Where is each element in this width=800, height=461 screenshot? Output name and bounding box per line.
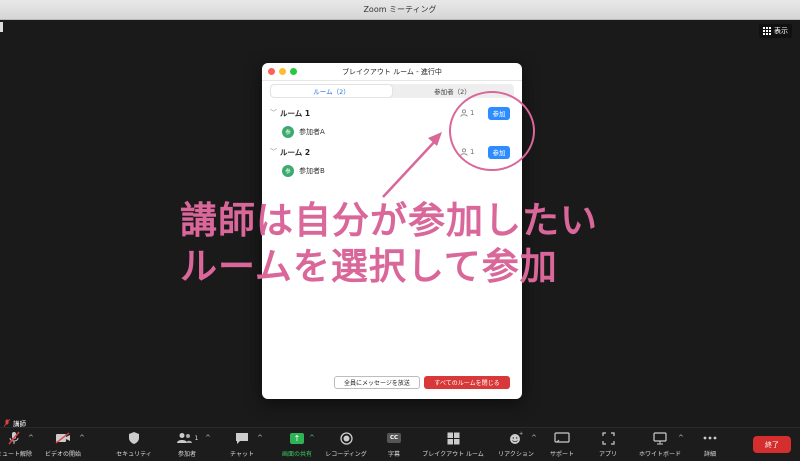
dialog-title: ブレイクアウト ルーム - 進行中 <box>342 67 442 76</box>
chat-button[interactable]: ^ チャット <box>212 430 272 458</box>
more-icon <box>703 430 717 446</box>
participants-count: 1 <box>194 434 199 442</box>
apps-label: アプリ <box>598 451 617 458</box>
participants-button[interactable]: 1 ^ 参加者 <box>157 430 217 458</box>
chevron-up-icon[interactable]: ^ <box>309 434 315 442</box>
breakout-rooms-label: ブレイクアウト ルーム <box>422 451 484 458</box>
chevron-down-icon[interactable]: ﹀ <box>270 147 280 157</box>
dialog-titlebar: ブレイクアウト ルーム - 進行中 <box>262 63 522 81</box>
avatar: 参 <box>282 165 294 177</box>
avatar: 参 <box>282 126 294 138</box>
person-icon <box>460 148 468 156</box>
share-screen-label: 画面の共有 <box>281 451 312 458</box>
record-icon <box>339 430 353 446</box>
cc-icon: CC <box>387 430 401 446</box>
share-screen-icon: ↑ <box>290 430 304 446</box>
join-room-button[interactable]: 参加 <box>488 145 510 159</box>
join-room-button[interactable]: 参加 <box>488 106 510 120</box>
tab-participants[interactable]: 参加者（2） <box>392 85 513 97</box>
shield-icon <box>128 430 140 446</box>
window-edge-marker <box>0 22 3 32</box>
more-button[interactable]: 詳細 <box>680 430 740 458</box>
room-member: 参 参加者A <box>282 125 325 139</box>
close-all-rooms-button[interactable]: すべてのルームを閉じる <box>424 376 510 389</box>
broadcast-message-button[interactable]: 全員にメッセージを放送 <box>334 376 420 389</box>
tab-rooms[interactable]: ルーム（2） <box>271 85 392 97</box>
apps-button[interactable]: アプリ <box>578 430 638 458</box>
security-button[interactable]: セキュリティ <box>104 430 164 458</box>
room-count-value: 1 <box>470 148 475 156</box>
annotation-line-1: 講師は自分が参加したい <box>180 199 598 242</box>
end-meeting-button[interactable]: 終了 <box>753 436 791 453</box>
room-member: 参 参加者B <box>282 164 325 178</box>
person-icon <box>460 109 468 117</box>
captions-label: 字幕 <box>387 451 400 458</box>
chevron-up-icon[interactable]: ^ <box>257 434 263 442</box>
chat-icon <box>235 430 249 446</box>
window-title: Zoom ミーティング <box>363 5 437 14</box>
annotation-line-2: ルームを選択して参加 <box>180 245 558 288</box>
minimize-window-button[interactable] <box>279 68 286 75</box>
unmute-label: ミュート解除 <box>0 451 32 458</box>
room-count-value: 1 <box>470 109 475 117</box>
room-row-1[interactable]: ﹀ ルーム 1 1 参加 <box>270 105 514 121</box>
participants-icon: 1 <box>176 430 199 446</box>
cc-icon-text: CC <box>387 433 401 443</box>
meeting-toolbar: ^ ミュート解除 ^ ビデオの開始 セキュリティ 1 ^ 参加者 ^ チャット … <box>0 427 800 461</box>
start-video-button[interactable]: ^ ビデオの開始 <box>33 430 93 458</box>
member-name: 参加者B <box>299 167 325 175</box>
grid-view-icon <box>763 27 771 35</box>
view-button-label: 表示 <box>774 27 788 35</box>
more-label: 詳細 <box>703 451 716 458</box>
reaction-icon: + <box>509 430 523 446</box>
annotation-text: 講師は自分が参加したい ルームを選択して参加 <box>180 198 598 290</box>
captions-button[interactable]: CC 字幕 <box>364 430 424 458</box>
video-off-icon <box>55 430 71 446</box>
security-label: セキュリティ <box>116 451 152 458</box>
room-participant-count: 1 <box>460 148 474 156</box>
breakout-icon <box>447 430 460 446</box>
whiteboard-icon <box>653 430 667 446</box>
member-name: 参加者A <box>299 128 325 136</box>
reactions-label: リアクション <box>498 451 534 458</box>
participants-label: 参加者 <box>177 451 196 458</box>
chevron-up-icon[interactable]: ^ <box>205 434 211 442</box>
mic-muted-icon <box>7 430 21 446</box>
dialog-footer: 全員にメッセージを放送 すべてのルームを閉じる <box>262 374 522 390</box>
chevron-up-icon[interactable]: ^ <box>79 434 85 442</box>
view-button[interactable]: 表示 <box>759 24 792 38</box>
room-participant-count: 1 <box>460 109 474 117</box>
chevron-down-icon[interactable]: ﹀ <box>270 108 280 118</box>
record-label: レコーディング <box>325 451 367 458</box>
breakout-rooms-button[interactable]: ブレイクアウト ルーム <box>422 430 484 458</box>
room-name: ルーム 1 <box>280 108 311 118</box>
close-window-button[interactable] <box>268 68 275 75</box>
whiteboard-label: ホワイトボード <box>638 451 681 458</box>
dialog-tabs: ルーム（2） 参加者（2） <box>270 84 514 98</box>
svg-text:+: + <box>519 431 523 437</box>
start-video-label: ビデオの開始 <box>44 451 81 458</box>
mic-muted-icon <box>4 419 10 427</box>
room-row-2[interactable]: ﹀ ルーム 2 1 参加 <box>270 144 514 160</box>
chat-label: チャット <box>230 451 254 458</box>
window-titlebar: Zoom ミーティング <box>0 0 800 20</box>
zoom-window-button[interactable] <box>290 68 297 75</box>
support-icon <box>554 430 570 446</box>
room-name: ルーム 2 <box>280 147 311 157</box>
apps-icon <box>601 430 615 446</box>
support-label: サポート <box>549 451 574 458</box>
